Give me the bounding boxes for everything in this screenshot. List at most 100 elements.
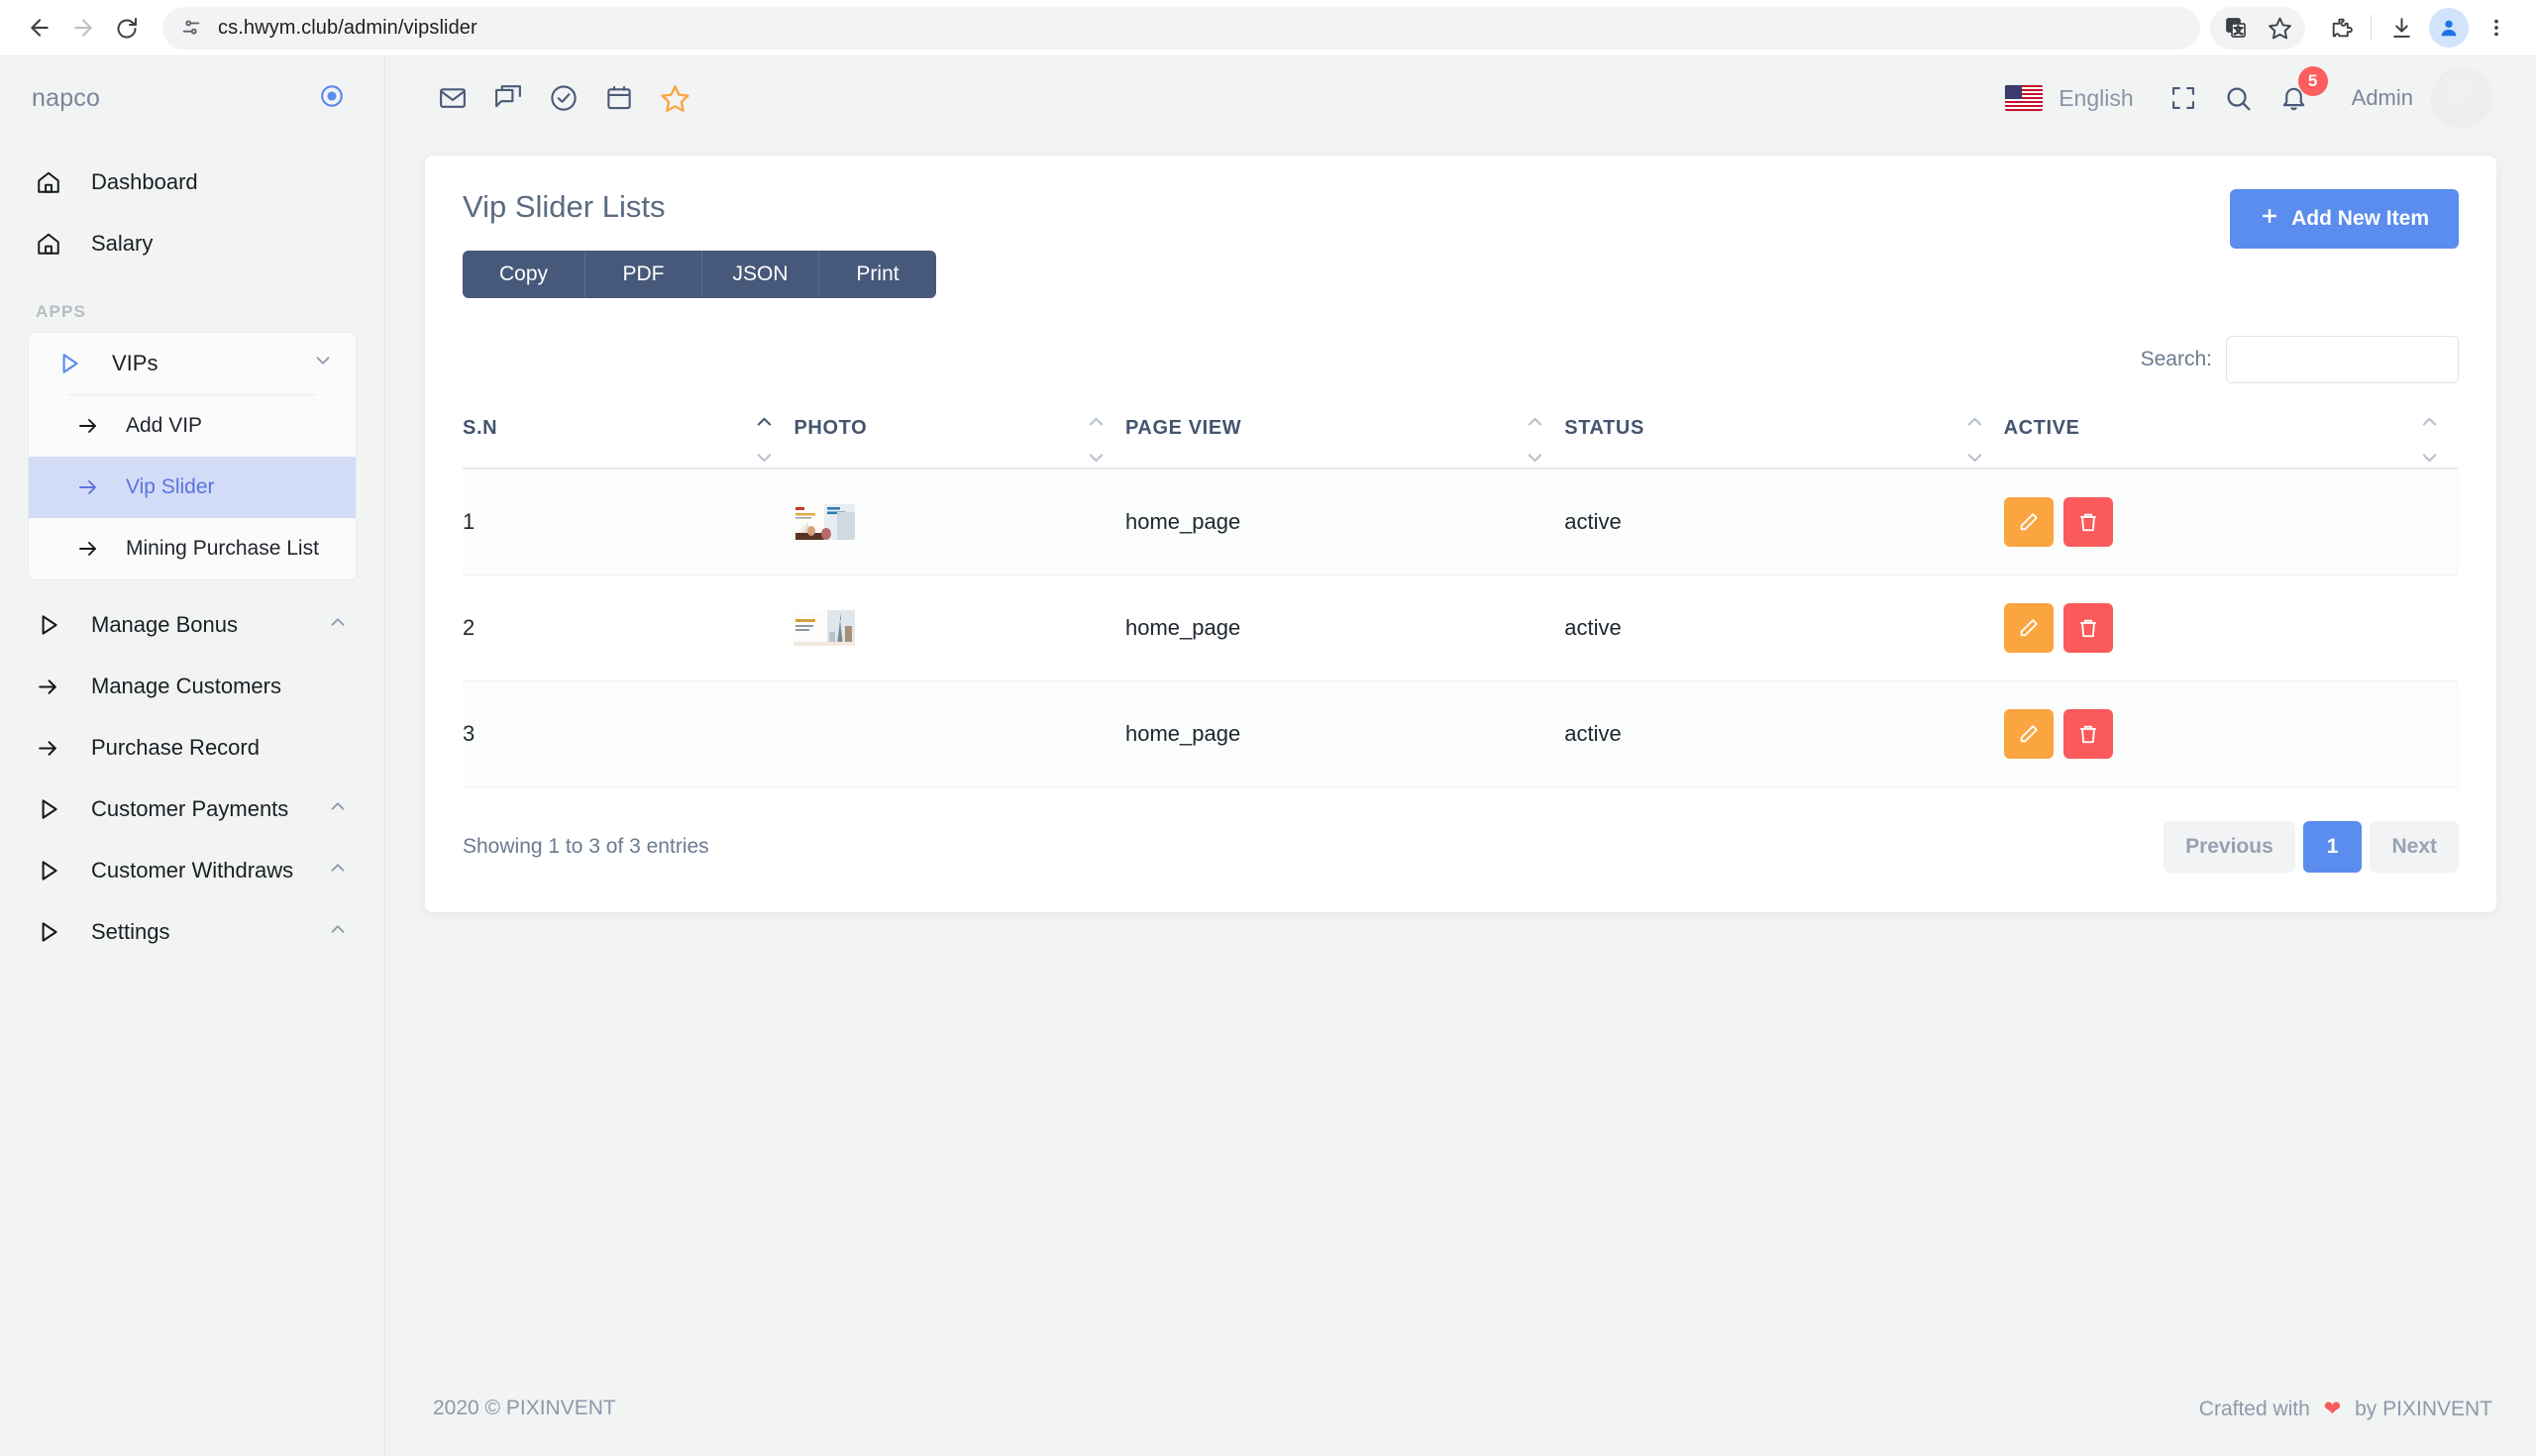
vip-slider-table: S.N PHOTO PAGE VIEW STATUS ACTIVE 1 home… xyxy=(463,417,2459,787)
column-header-sn[interactable]: S.N xyxy=(463,417,794,469)
sidebar-item-add-vip[interactable]: Add VIP xyxy=(29,395,356,457)
pdf-button[interactable]: PDF xyxy=(585,251,702,298)
downloads-button[interactable] xyxy=(2379,6,2423,50)
previous-page-button[interactable]: Previous xyxy=(2164,821,2295,873)
search-input[interactable] xyxy=(2226,336,2459,383)
profile-button[interactable] xyxy=(2429,8,2469,48)
sidebar-item-dashboard[interactable]: Dashboard xyxy=(0,152,384,213)
sidebar-item-purchase-record[interactable]: Purchase Record xyxy=(0,717,384,779)
copy-button[interactable]: Copy xyxy=(463,251,585,298)
table-row[interactable]: 3 home_page active xyxy=(463,680,2459,787)
thumbnail-city-tower xyxy=(793,610,856,646)
print-button[interactable]: Print xyxy=(819,251,936,298)
fullscreen-button[interactable] xyxy=(2156,70,2211,126)
toolbar-divider xyxy=(2371,15,2372,41)
cell-status: active xyxy=(1564,574,2004,681)
cell-sn: 1 xyxy=(463,468,794,575)
browser-toolbar: cs.hwym.club/admin/vipslider G文 xyxy=(0,0,2536,56)
delete-button[interactable] xyxy=(2062,709,2113,759)
check-circle-icon xyxy=(551,85,577,111)
mail-button[interactable] xyxy=(425,70,480,126)
delete-button[interactable] xyxy=(2062,603,2113,653)
card-header-left: Vip Slider Lists Copy PDF JSON Print xyxy=(463,189,936,298)
arrow-right-icon xyxy=(76,475,110,499)
bookmark-button[interactable] xyxy=(2258,6,2301,50)
column-header-page-view[interactable]: PAGE VIEW xyxy=(1124,417,1565,469)
sidebar-item-customer-withdraws[interactable]: Customer Withdraws xyxy=(0,840,384,901)
play-triangle-icon xyxy=(36,858,75,884)
row-action-buttons xyxy=(2003,709,2459,759)
user-menu[interactable]: Admin xyxy=(2352,67,2492,129)
cell-photo xyxy=(793,468,1125,575)
column-header-status[interactable]: STATUS xyxy=(1564,417,2004,469)
circle-target-icon[interactable] xyxy=(319,83,345,114)
sidebar-group-vips: VIPs Add VIP Vip Slider Mining Purchase … xyxy=(28,332,357,580)
address-bar[interactable]: cs.hwym.club/admin/vipslider xyxy=(162,6,2200,50)
site-settings-icon[interactable] xyxy=(180,17,202,39)
play-triangle-icon xyxy=(36,796,75,822)
forward-button[interactable] xyxy=(61,6,105,50)
search-button[interactable] xyxy=(2211,70,2267,126)
trash-icon xyxy=(2079,513,2096,532)
table-row[interactable]: 2 home_page active xyxy=(463,574,2459,681)
sidebar-item-mining-purchase-list[interactable]: Mining Purchase List xyxy=(29,518,356,579)
sort-arrows-icon xyxy=(1528,417,1542,463)
sidebar-nav: Dashboard Salary APPS VIPs Add VIP Vip S… xyxy=(0,140,384,963)
sidebar-item-manage-bonus[interactable]: Manage Bonus xyxy=(0,594,384,656)
language-selector[interactable]: English xyxy=(2005,85,2134,112)
notification-badge: 5 xyxy=(2297,66,2328,96)
sidebar-item-salary[interactable]: Salary xyxy=(0,213,384,274)
extensions-button[interactable] xyxy=(2319,6,2363,50)
delete-button[interactable] xyxy=(2062,497,2113,547)
sidebar-brand-row: napco xyxy=(0,56,384,140)
plus-icon xyxy=(2260,206,2279,232)
page-1-button[interactable]: 1 xyxy=(2302,821,2363,873)
sidebar-group-header-vips[interactable]: VIPs xyxy=(29,333,356,394)
table-row[interactable]: 1 home_page active xyxy=(463,468,2459,575)
fullscreen-icon xyxy=(2171,87,2194,109)
calendar-button[interactable] xyxy=(591,70,647,126)
sidebar-item-manage-customers[interactable]: Manage Customers xyxy=(0,656,384,717)
notifications-button[interactable]: 5 xyxy=(2267,66,2328,126)
back-button[interactable] xyxy=(18,6,61,50)
arrow-right-icon xyxy=(76,537,110,561)
brand-name: napco xyxy=(32,83,101,112)
translate-button[interactable]: G文 xyxy=(2214,6,2258,50)
sidebar-item-vip-slider[interactable]: Vip Slider xyxy=(29,457,356,518)
favorites-button[interactable] xyxy=(647,70,702,126)
thumbnail-brochure-man xyxy=(793,504,856,540)
row-action-buttons xyxy=(2003,497,2459,547)
cell-photo xyxy=(793,680,1125,787)
edit-button[interactable] xyxy=(2003,497,2054,547)
sidebar-item-label: Customer Payments xyxy=(91,796,289,821)
reload-button[interactable] xyxy=(105,6,149,50)
tasks-button[interactable] xyxy=(536,70,591,126)
pencil-icon xyxy=(2020,619,2038,637)
column-header-photo[interactable]: PHOTO xyxy=(793,417,1125,469)
sidebar-section-title: APPS xyxy=(36,302,87,321)
edit-button[interactable] xyxy=(2003,603,2054,653)
json-button[interactable]: JSON xyxy=(702,251,819,298)
edit-button[interactable] xyxy=(2003,709,2054,759)
column-label: STATUS xyxy=(1564,417,1644,439)
add-new-item-button[interactable]: Add New Item xyxy=(2230,189,2459,249)
sidebar-item-settings[interactable]: Settings xyxy=(0,901,384,963)
sidebar-item-label: Vip Slider xyxy=(126,475,215,498)
next-page-button[interactable]: Next xyxy=(2370,821,2459,873)
url-text: cs.hwym.club/admin/vipslider xyxy=(218,16,477,39)
table-footer: Showing 1 to 3 of 3 entries Previous 1 N… xyxy=(463,821,2459,873)
browser-actions: G文 xyxy=(2210,6,2518,50)
chat-button[interactable] xyxy=(480,70,536,126)
column-label: ACTIVE xyxy=(2003,417,2080,439)
mail-icon xyxy=(440,88,466,108)
table-head: S.N PHOTO PAGE VIEW STATUS ACTIVE xyxy=(463,417,2459,469)
chrome-menu-button[interactable] xyxy=(2475,6,2518,50)
column-header-active[interactable]: ACTIVE xyxy=(2003,417,2459,469)
cell-actions xyxy=(2003,468,2459,575)
cell-status: active xyxy=(1564,680,2004,787)
sidebar-item-customer-payments[interactable]: Customer Payments xyxy=(0,779,384,840)
cell-page-view: home_page xyxy=(1124,574,1565,681)
page-title: Vip Slider Lists xyxy=(463,189,666,224)
chevron-up-icon xyxy=(327,611,349,639)
